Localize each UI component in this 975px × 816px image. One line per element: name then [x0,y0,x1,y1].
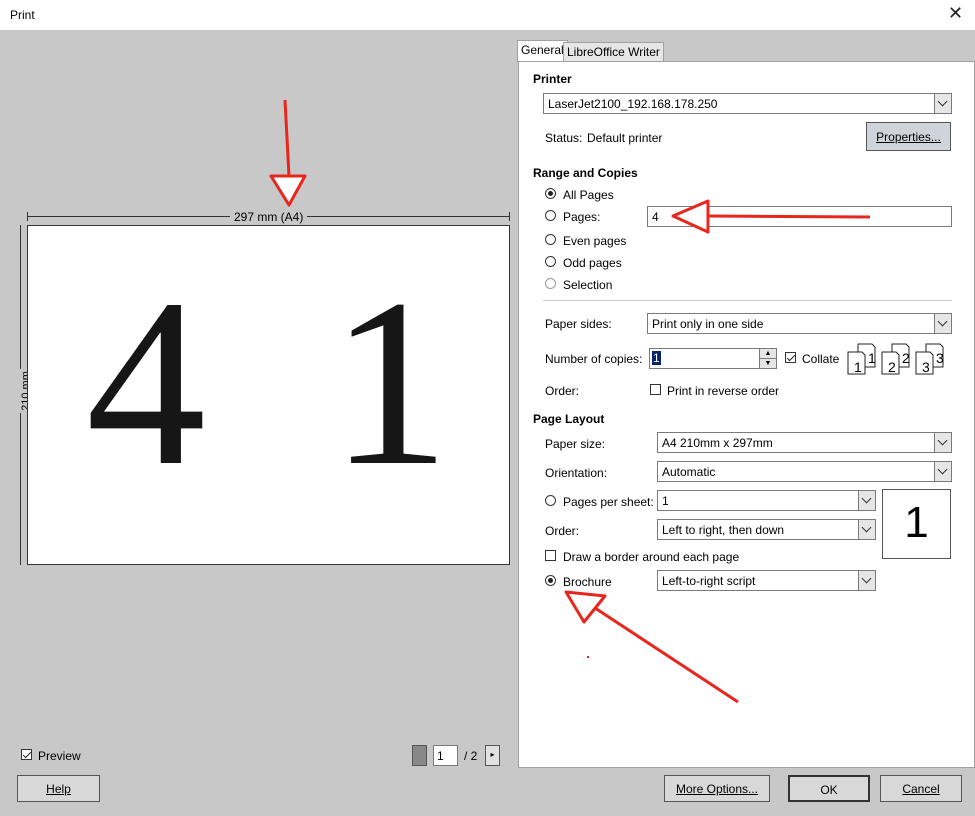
annotation-arrow-pages-shaft [707,214,871,219]
annotation-overlay [269,99,871,704]
annotation-dot [587,656,589,658]
annotation-arrow-brochure-head [564,590,607,624]
annotation-arrow-top-shaft [283,99,291,177]
annotation-arrow-pages-head [671,199,710,234]
annotation-arrow-brochure-shaft [594,606,739,704]
annotation-arrow-top-head [269,174,307,207]
